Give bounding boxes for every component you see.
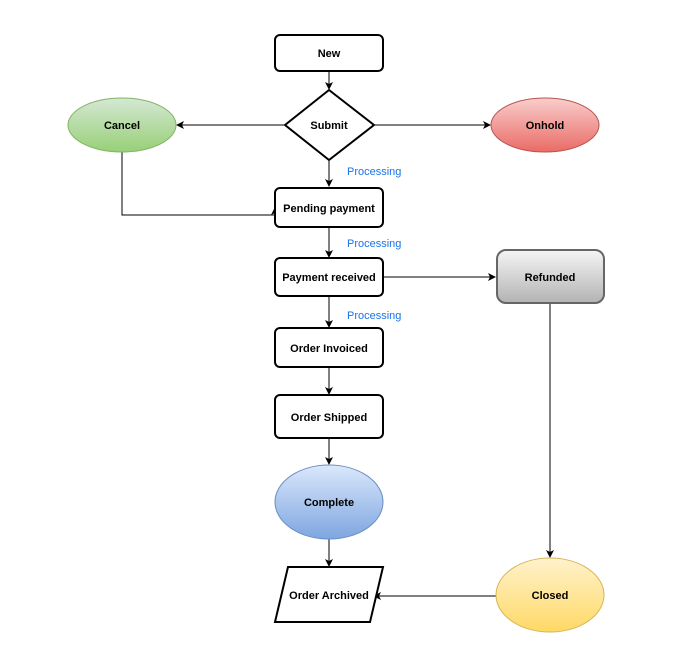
edge-label-processing-2: Processing [347, 238, 401, 250]
node-pending-payment[interactable]: Pending payment [274, 187, 384, 228]
node-complete[interactable]: Complete [274, 464, 384, 540]
node-refunded[interactable]: Refunded [496, 249, 605, 304]
node-closed[interactable]: Closed [495, 557, 605, 633]
node-order-shipped-label: Order Shipped [291, 412, 367, 424]
node-complete-label: Complete [304, 497, 354, 509]
node-refunded-label: Refunded [525, 272, 576, 284]
edge-label-processing-1: Processing [347, 166, 401, 178]
node-onhold-label: Onhold [526, 120, 565, 132]
edge-label-processing-3: Processing [347, 310, 401, 322]
node-order-archived-label: Order Archived [289, 590, 369, 602]
node-payment-received-label: Payment received [282, 272, 376, 284]
node-cancel-label: Cancel [104, 120, 140, 132]
node-order-shipped[interactable]: Order Shipped [274, 394, 384, 439]
node-new-label: New [318, 48, 341, 60]
node-new[interactable]: New [274, 34, 384, 72]
edge-cancel-pending [121, 152, 279, 216]
node-submit-label: Submit [310, 120, 348, 132]
node-closed-label: Closed [532, 590, 569, 602]
flowchart-canvas: Processing Processing Processing New Sub… [67, 34, 605, 633]
node-submit[interactable]: Submit [283, 88, 376, 162]
node-order-archived[interactable]: Order Archived [273, 566, 385, 623]
node-order-invoiced-label: Order Invoiced [290, 343, 368, 355]
node-payment-received[interactable]: Payment received [274, 257, 384, 297]
node-cancel[interactable]: Cancel [67, 97, 177, 153]
node-pending-payment-label: Pending payment [283, 203, 375, 215]
node-onhold[interactable]: Onhold [490, 97, 600, 153]
node-order-invoiced[interactable]: Order Invoiced [274, 327, 384, 368]
